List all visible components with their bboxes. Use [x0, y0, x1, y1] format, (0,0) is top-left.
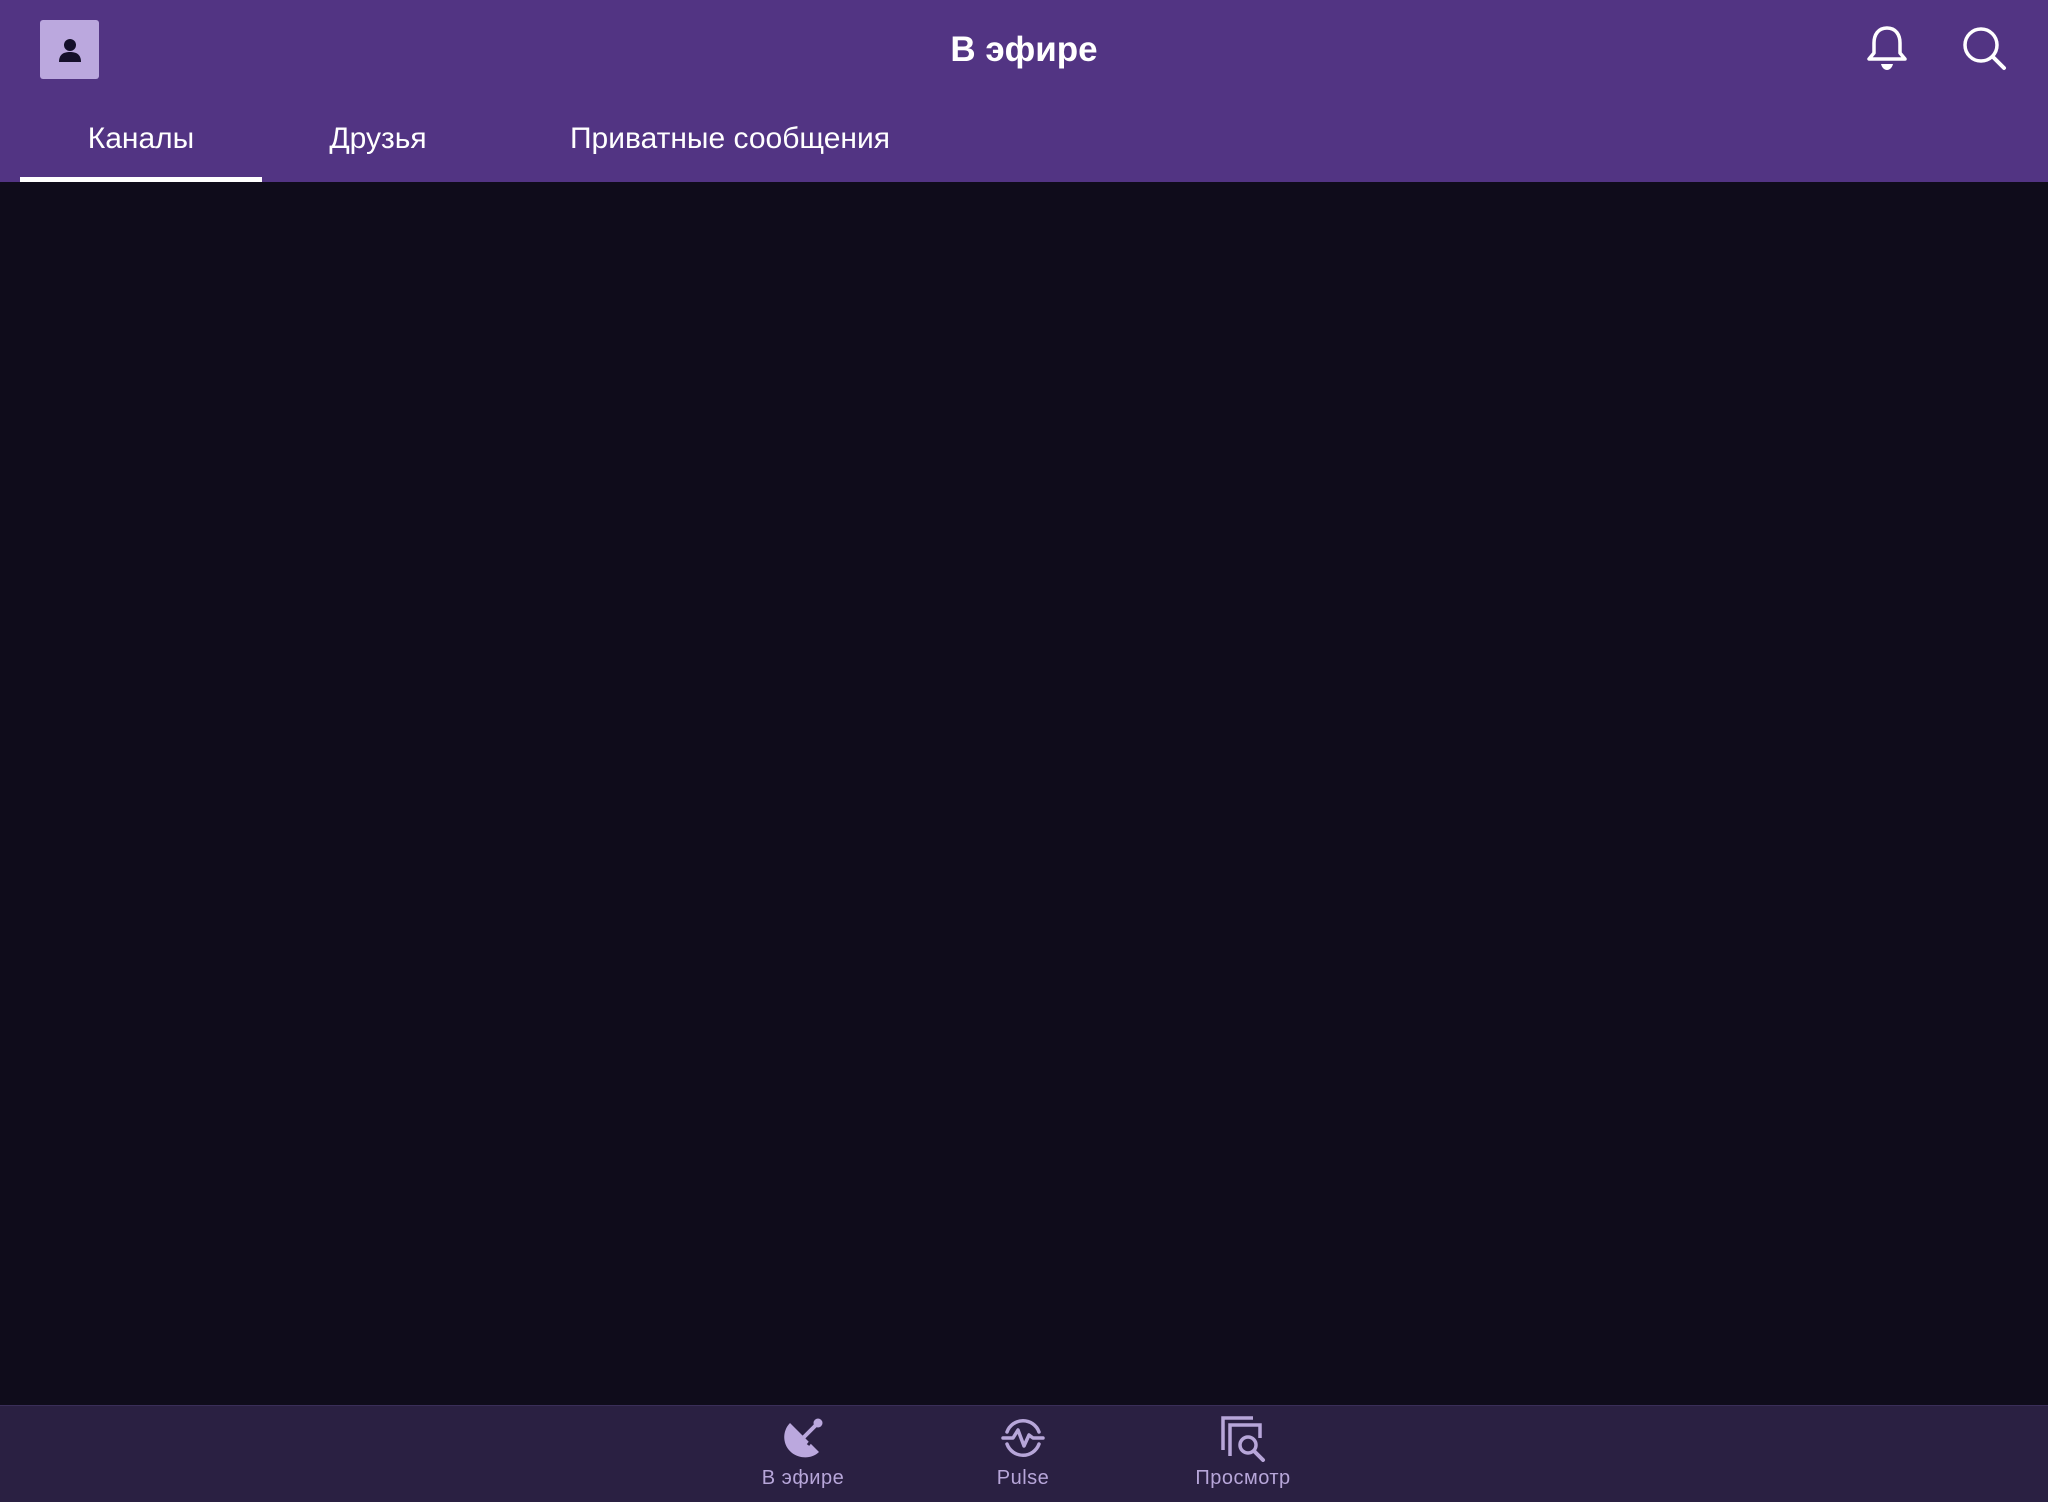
notifications-button[interactable] [1861, 22, 1913, 74]
nav-pulse-button[interactable]: Pulse [953, 1406, 1093, 1502]
page-title: В эфире [950, 30, 1098, 69]
bottom-navigation: В эфире Pulse Просмотр [0, 1405, 2048, 1502]
browse-icon [1219, 1414, 1267, 1462]
channels-content-area[interactable] [0, 182, 2048, 1405]
satellite-dish-icon [779, 1414, 827, 1462]
nav-pulse-label: Pulse [996, 1467, 1050, 1489]
pulse-icon [999, 1414, 1047, 1462]
search-icon [1963, 27, 2006, 70]
nav-live-label: В эфире [761, 1467, 845, 1489]
tab-bar: Каналы Друзья Приватные сообщения [0, 104, 2048, 182]
top-header: В эфире Каналы Друзья Приватные сообщени… [0, 0, 2048, 182]
tab-friends[interactable]: Друзья [300, 104, 456, 182]
app-root: В эфире Каналы Друзья Приватные сообщени… [0, 0, 2048, 1502]
bell-icon [1867, 26, 1907, 70]
nav-browse-button[interactable]: Просмотр [1173, 1406, 1313, 1502]
tab-whispers[interactable]: Приватные сообщения [540, 104, 920, 182]
search-button[interactable] [1958, 22, 2010, 74]
tab-channels[interactable]: Каналы [20, 104, 262, 182]
nav-browse-label: Просмотр [1195, 1467, 1291, 1489]
nav-live-button[interactable]: В эфире [733, 1406, 873, 1502]
